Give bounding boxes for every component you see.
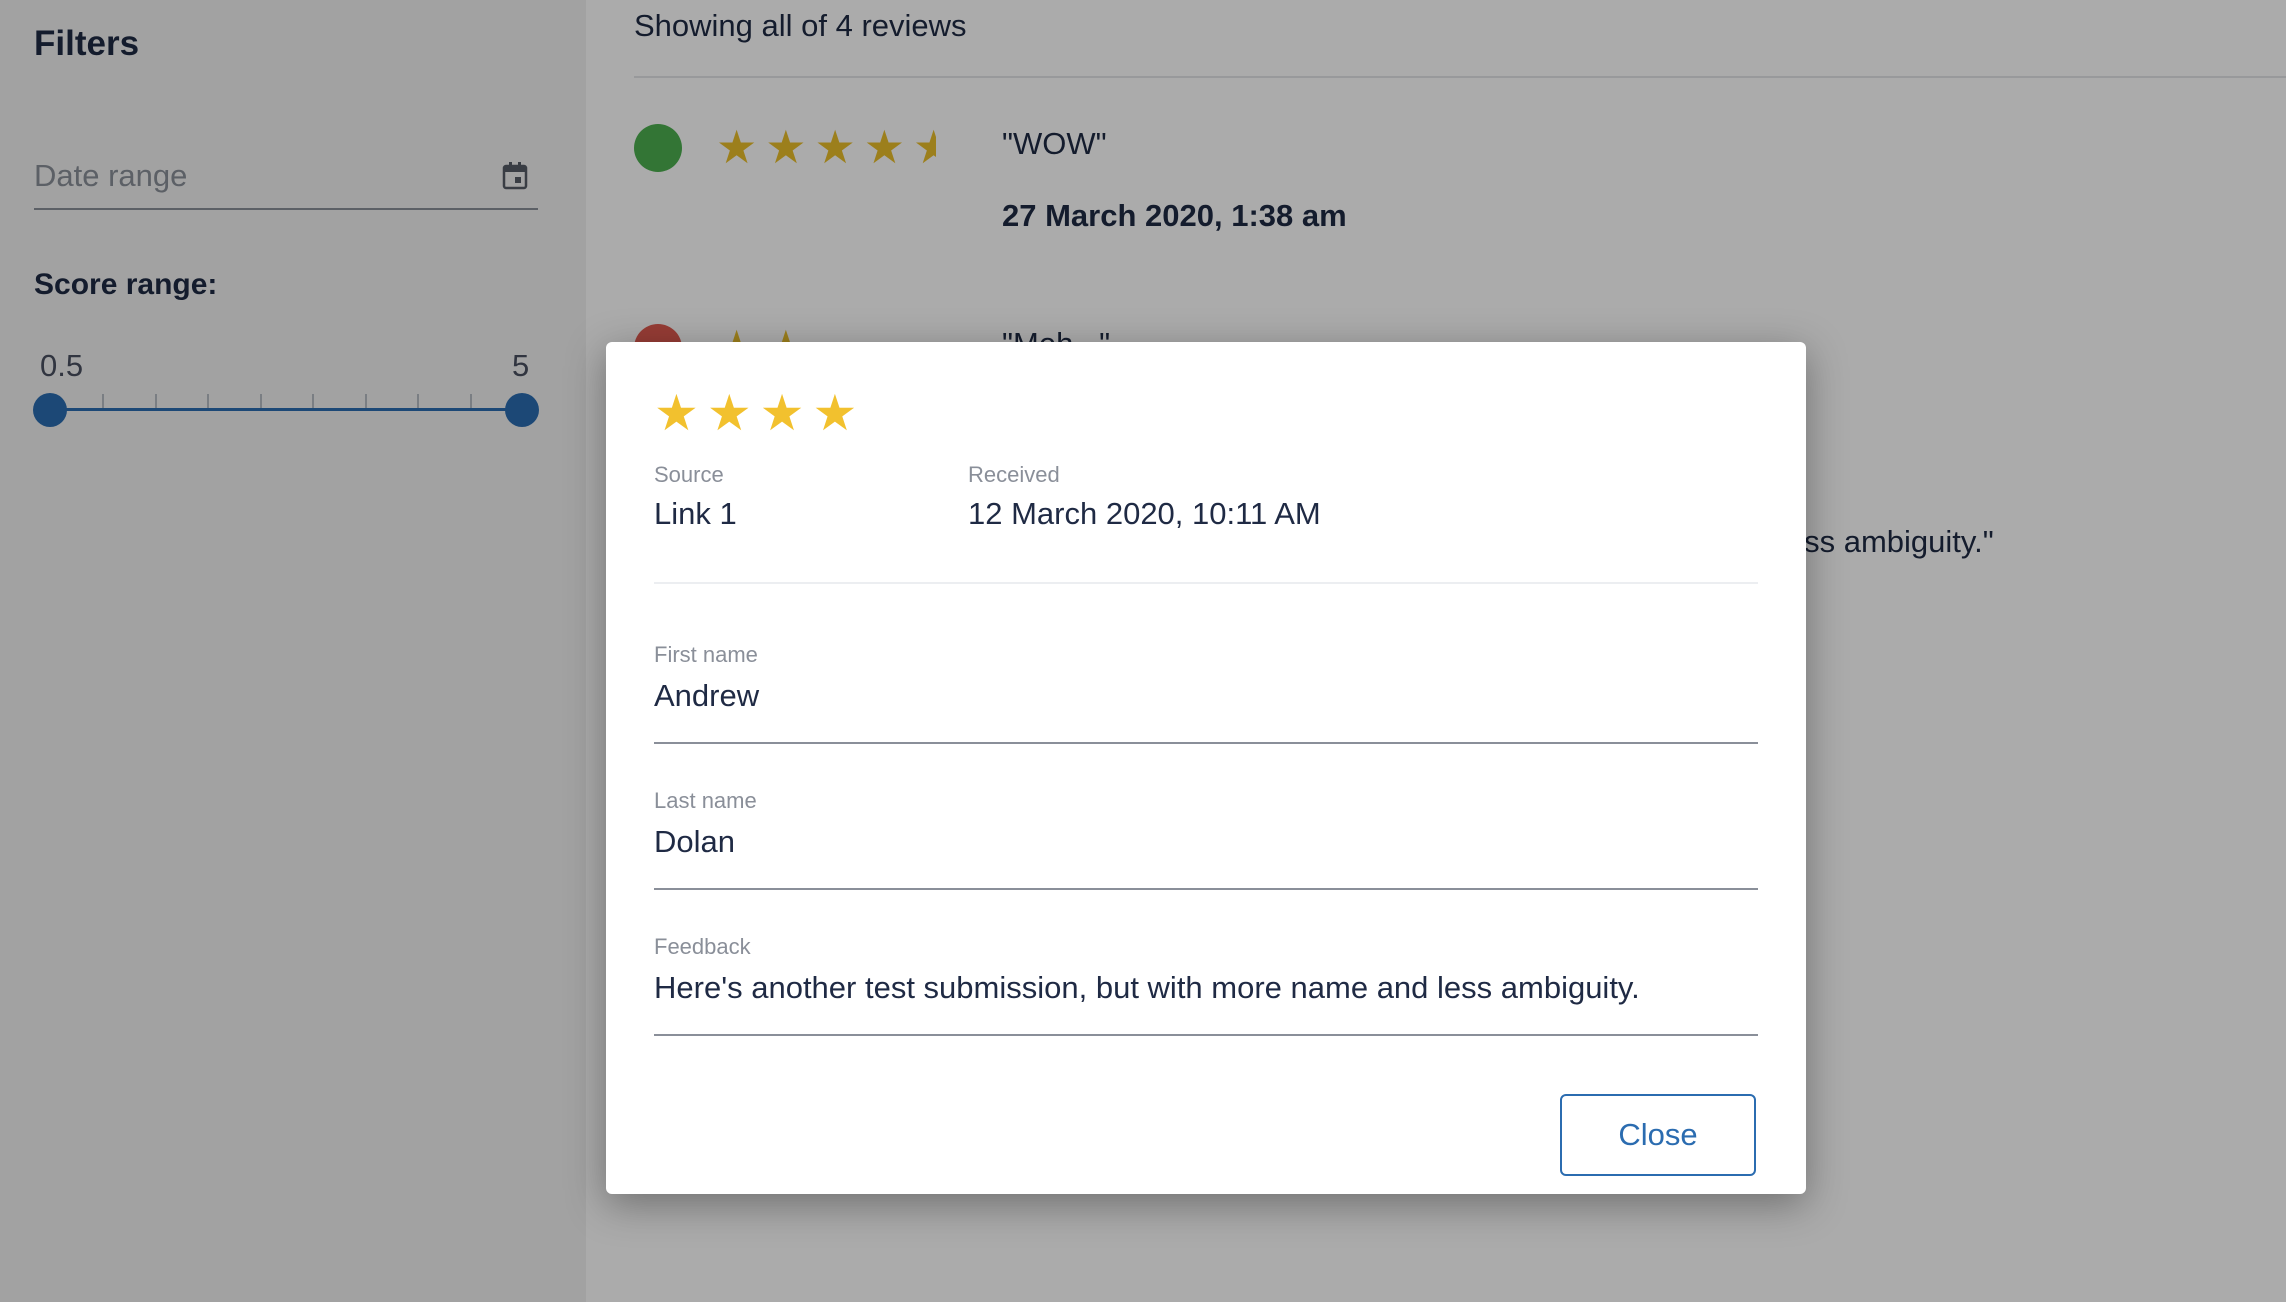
star-full-icon: ★ <box>759 385 805 441</box>
modal-rating-stars: ★ ★ ★ ★ <box>654 388 857 438</box>
first-name-label: First name <box>654 642 758 667</box>
star-full-icon: ★ <box>812 385 858 441</box>
star-full-icon: ★ <box>654 385 699 441</box>
source-label: Source <box>654 462 724 487</box>
source-value: Link 1 <box>654 496 737 531</box>
received-value: 12 March 2020, 10:11 AM <box>968 496 1321 531</box>
last-name-value[interactable]: Dolan <box>654 824 735 860</box>
feedback-label: Feedback <box>654 934 751 959</box>
last-name-label: Last name <box>654 788 757 813</box>
reviews-page: Filters Date range Score range: 0.5 5 Sh… <box>0 0 2286 1302</box>
feedback-field[interactable]: Feedback Here's another test submission,… <box>654 934 1758 1036</box>
close-button[interactable]: Close <box>1560 1094 1756 1176</box>
review-detail-modal: ★ ★ ★ ★ Source Link 1 Received 12 March 202… <box>606 342 1806 1194</box>
first-name-value[interactable]: Andrew <box>654 678 759 714</box>
first-name-field[interactable]: First name Andrew <box>654 642 1758 744</box>
modal-divider <box>654 582 1758 584</box>
received-label: Received <box>968 462 1060 487</box>
star-full-icon: ★ <box>706 385 752 441</box>
feedback-value[interactable]: Here's another test submission, but with… <box>654 970 1640 1006</box>
last-name-field[interactable]: Last name Dolan <box>654 788 1758 890</box>
